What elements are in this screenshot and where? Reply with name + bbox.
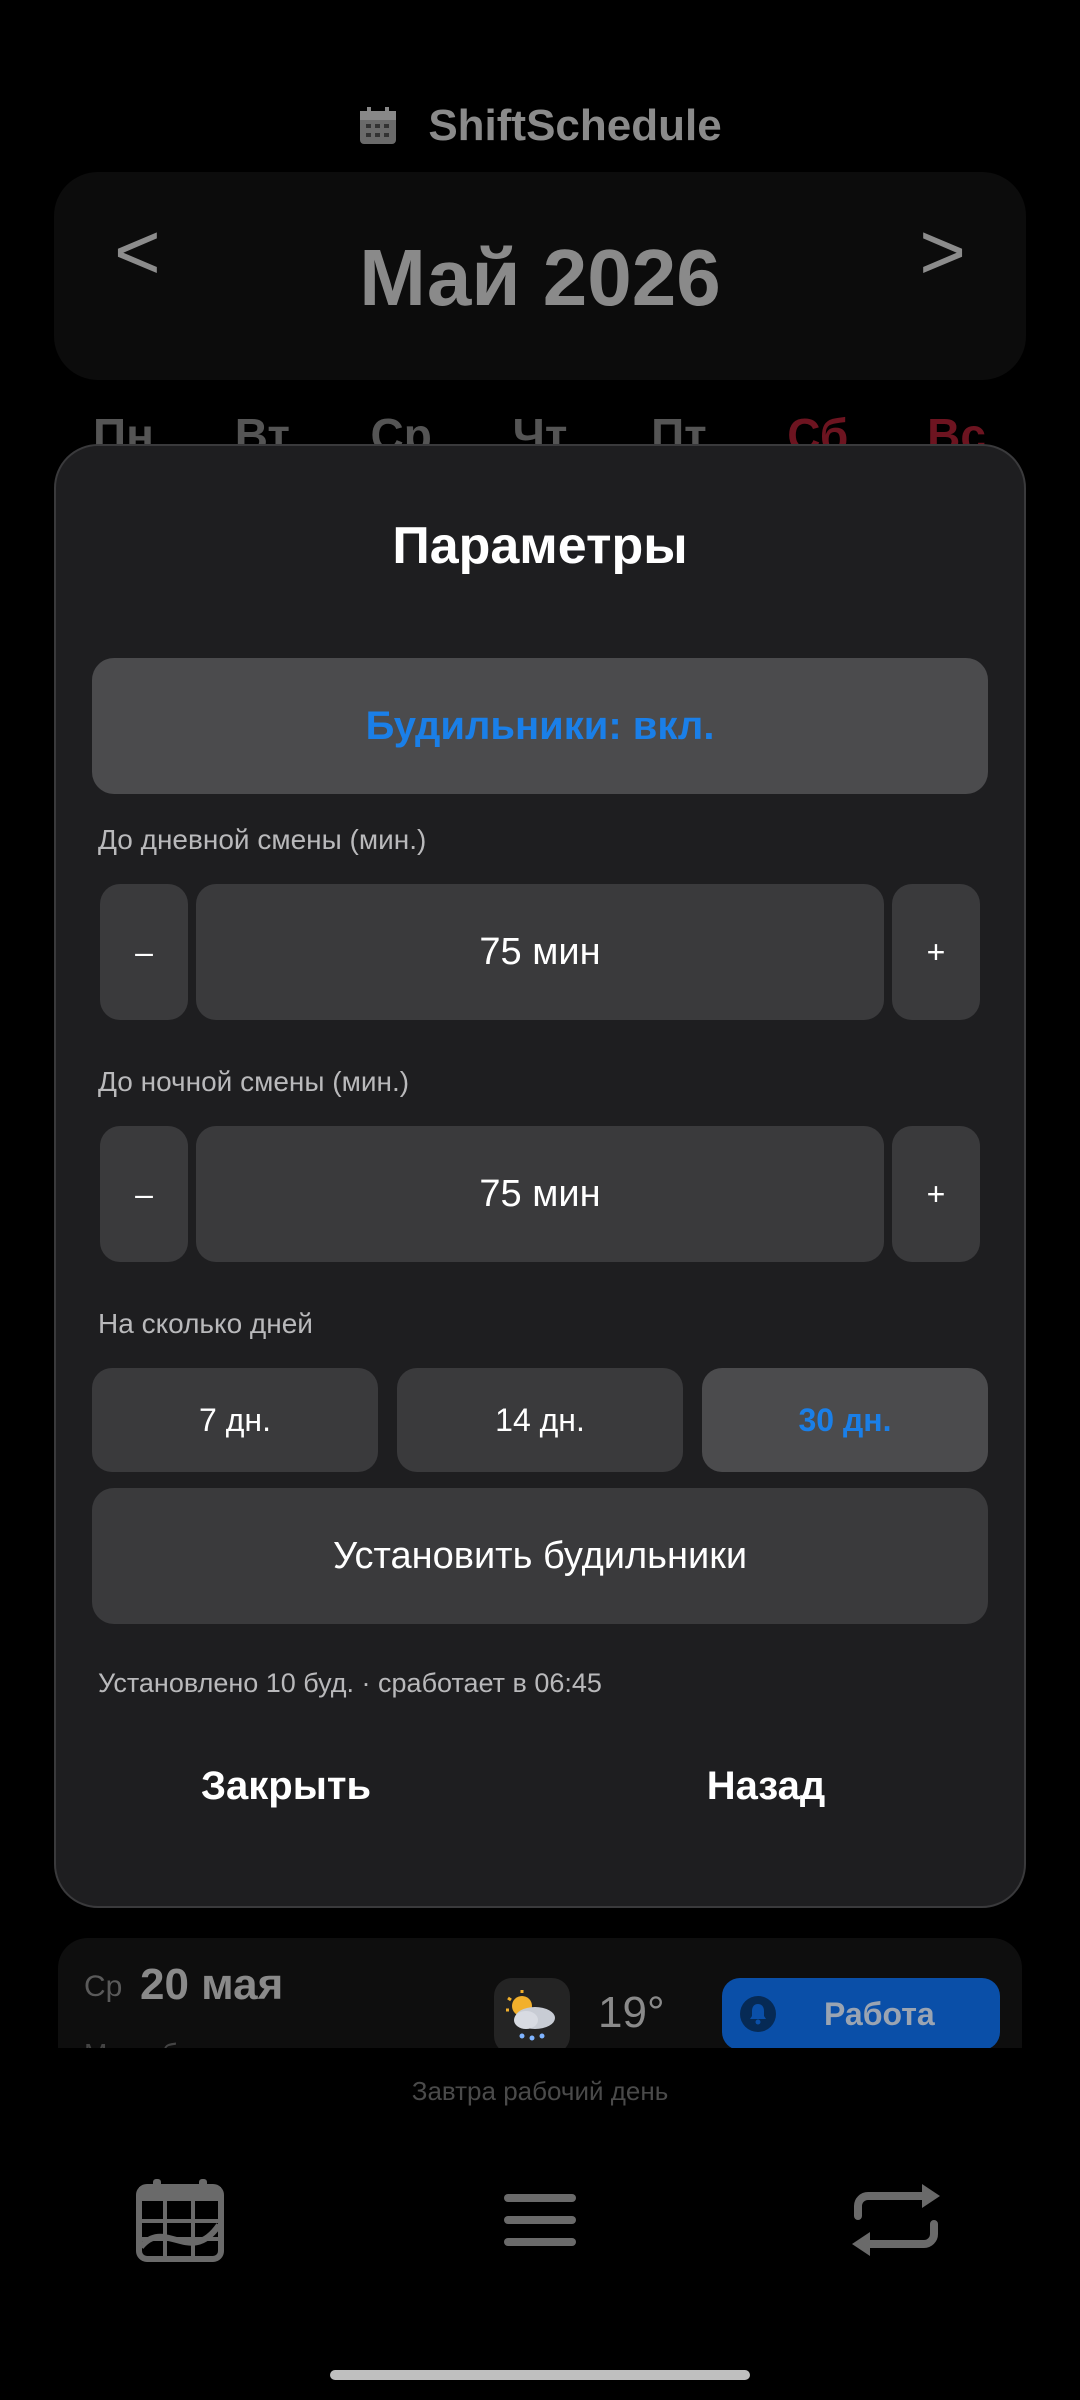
days-option-7[interactable]: 7 дн. bbox=[92, 1368, 378, 1472]
days-option-14[interactable]: 14 дн. bbox=[397, 1368, 683, 1472]
calendar-small-icon bbox=[360, 107, 397, 144]
back-button[interactable]: Назад bbox=[656, 1746, 876, 1826]
shift-label: Работа bbox=[824, 1995, 935, 2032]
days-option-30[interactable]: 30 дн. bbox=[702, 1368, 988, 1472]
home-indicator[interactable] bbox=[330, 2370, 750, 2380]
tomorrow-status: Завтра рабочий день bbox=[411, 2076, 669, 2106]
nav-menu-button[interactable] bbox=[490, 2170, 590, 2270]
day-shift-label: До дневной смены (мин.) bbox=[98, 824, 427, 855]
settings-dialog: Параметры Будильники: вкл. До дневной см… bbox=[54, 444, 1026, 1908]
day-shift-plus-button[interactable]: + bbox=[892, 884, 980, 1020]
sync-icon bbox=[852, 2184, 940, 2256]
app-title: ShiftSchedule bbox=[428, 101, 722, 150]
bell-icon bbox=[740, 1996, 776, 2032]
month-selector: < Май 2026 > bbox=[54, 172, 1026, 380]
day-shift-value: 75 мин bbox=[196, 884, 884, 1020]
day-shift-stepper: – 75 мин + bbox=[100, 884, 980, 1020]
set-alarms-button[interactable]: Установить будильники bbox=[92, 1488, 988, 1624]
day-date: 20 мая bbox=[140, 1960, 284, 2009]
dialog-title: Параметры bbox=[392, 517, 688, 575]
cloudy-snow-icon bbox=[506, 1990, 555, 2041]
days-range-label: На сколько дней bbox=[98, 1308, 313, 1339]
nav-sync-button[interactable] bbox=[846, 2170, 946, 2270]
day-shift-minus-button[interactable]: – bbox=[100, 884, 188, 1020]
day-subtitle: М... ...б... bbox=[84, 2038, 201, 2048]
night-shift-label: До ночной смены (мин.) bbox=[98, 1066, 410, 1097]
menu-icon bbox=[504, 2194, 576, 2246]
night-shift-stepper: – 75 мин + bbox=[100, 1126, 980, 1262]
night-shift-minus-button[interactable]: – bbox=[100, 1126, 188, 1262]
day-of-week: Ср bbox=[84, 1970, 123, 2003]
nav-calendar-button[interactable] bbox=[130, 2170, 230, 2270]
weather-badge bbox=[494, 1978, 570, 2048]
alarms-toggle-button[interactable]: Будильники: вкл. bbox=[92, 658, 988, 794]
night-shift-plus-button[interactable]: + bbox=[892, 1126, 980, 1262]
temperature: 19° bbox=[598, 1988, 665, 2037]
app-header: ShiftSchedule bbox=[0, 96, 1080, 156]
days-range-selector: 7 дн. 14 дн. 30 дн. bbox=[92, 1368, 988, 1472]
month-label: Май 2026 bbox=[359, 233, 721, 322]
next-month-button[interactable]: > bbox=[919, 212, 966, 292]
shift-badge[interactable]: Работа bbox=[722, 1978, 1000, 2048]
day-card[interactable]: Ср 20 мая М... ...б... 19° Работа bbox=[58, 1938, 1022, 2048]
calendar-icon bbox=[136, 2179, 224, 2262]
close-button[interactable]: Закрыть bbox=[176, 1746, 396, 1826]
alarms-status: Установлено 10 буд. · сработает в 06:45 bbox=[98, 1668, 602, 1698]
night-shift-value: 75 мин bbox=[196, 1126, 884, 1262]
bottom-nav bbox=[0, 2160, 1080, 2270]
